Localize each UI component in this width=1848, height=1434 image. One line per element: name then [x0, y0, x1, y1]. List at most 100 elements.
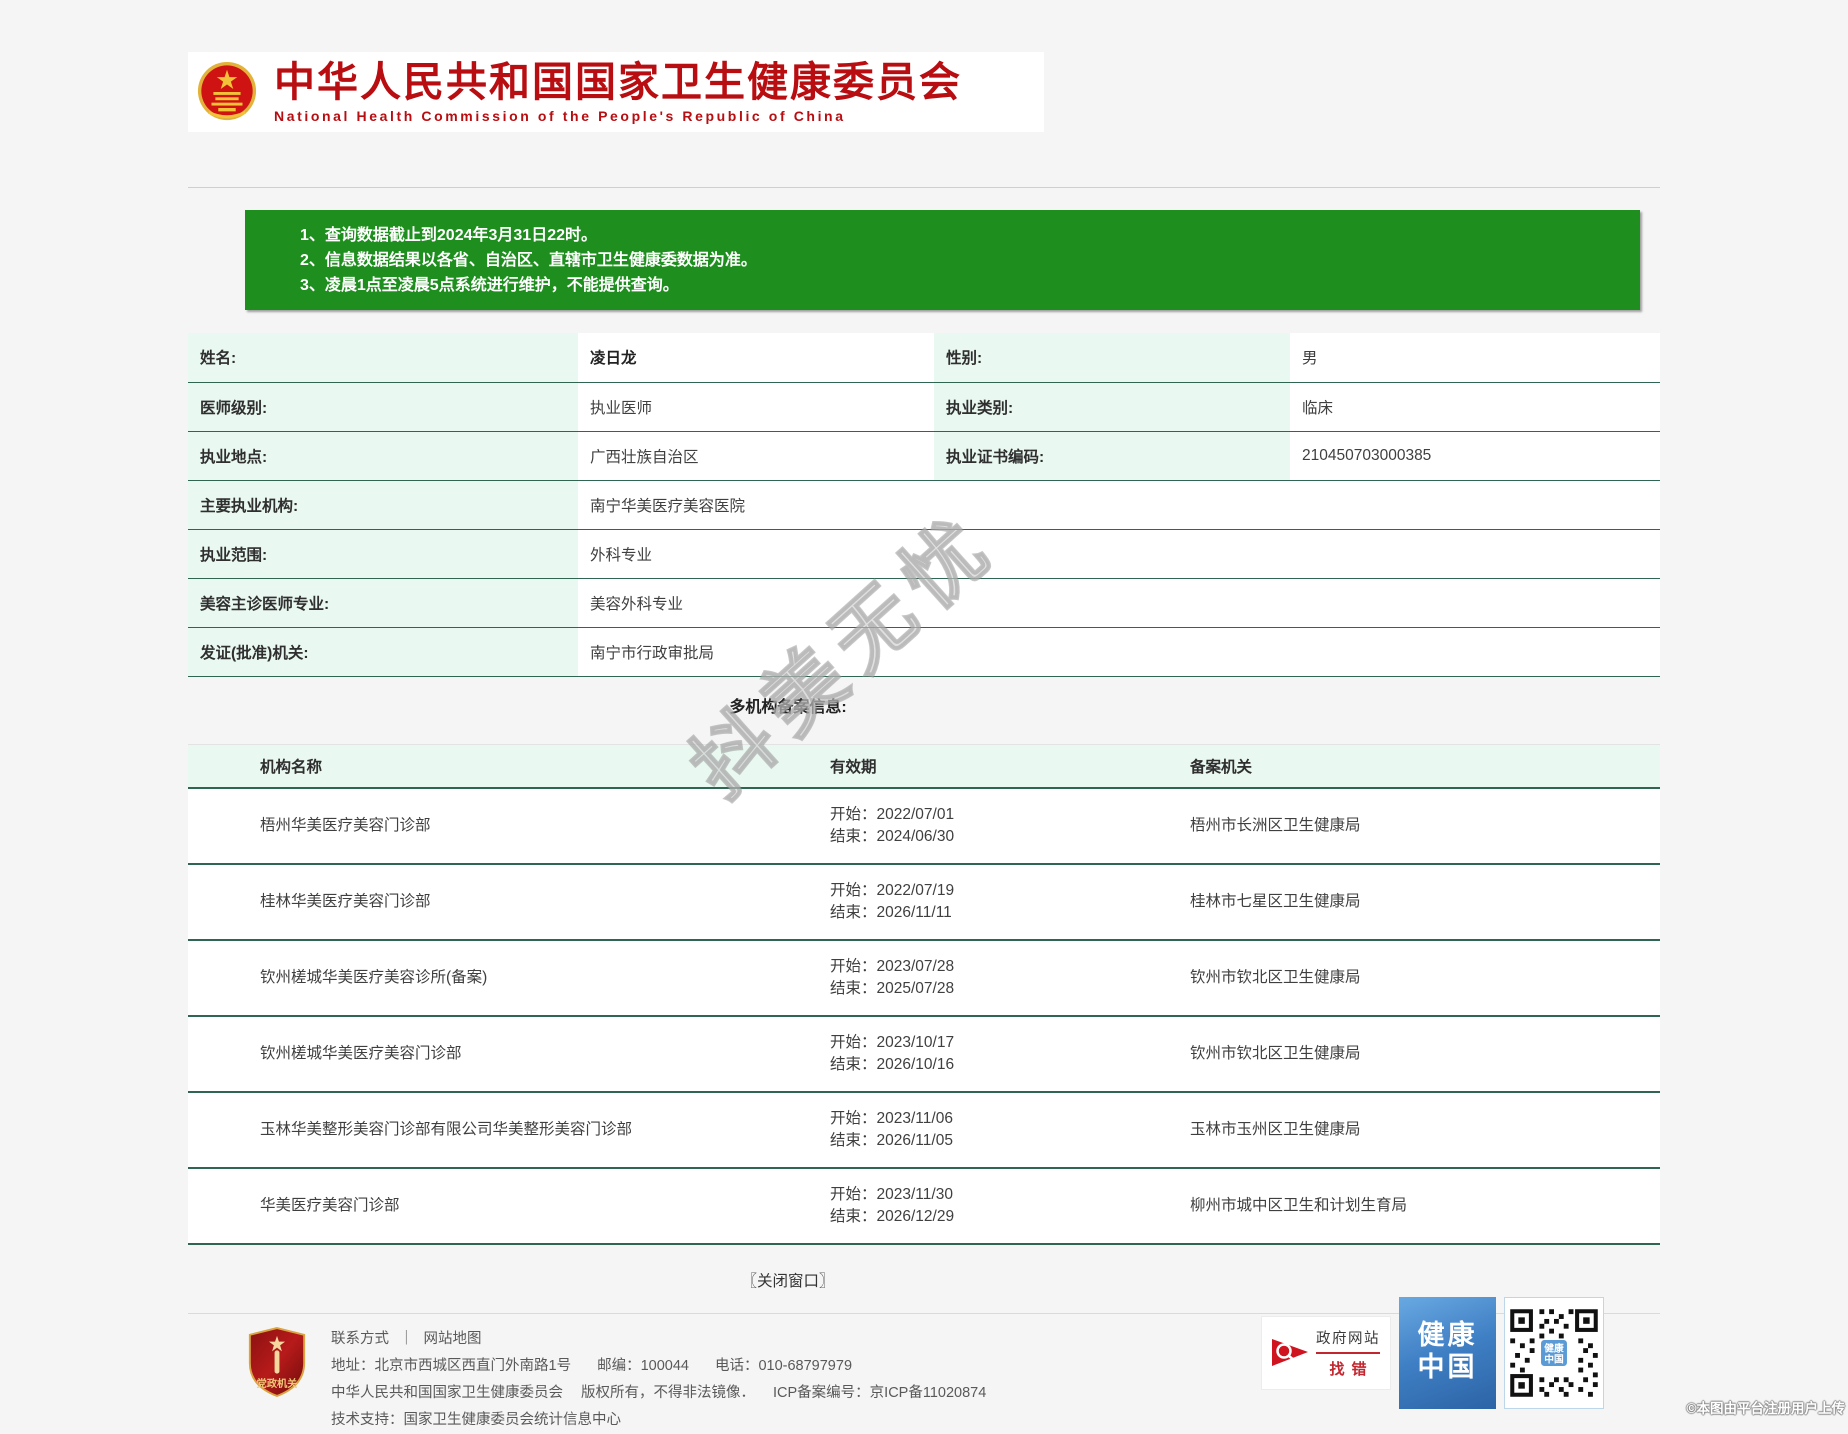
doctor-row: 姓名: 凌日龙 性别: 男 — [188, 333, 1660, 382]
practice-scope-value: 外科专业 — [578, 529, 1660, 578]
footer-zipcode: 邮编：100044 — [597, 1358, 689, 1374]
start-label: 开始： — [830, 1110, 877, 1127]
institution-name: 桂林华美医疗美容门诊部 — [188, 864, 830, 940]
institution-row: 钦州槎城华美医疗美容门诊部 开始：2023/10/17 结束：2026/10/1… — [188, 1016, 1660, 1092]
cosmetic-specialty-label: 美容主诊医师专业: — [188, 578, 578, 627]
institution-name: 钦州槎城华美医疗美容诊所(备案) — [188, 940, 830, 1016]
main-institution-value: 南宁华美医疗美容医院 — [578, 480, 1660, 529]
gov-site-find-error-badge[interactable]: 政府网站 找错 — [1261, 1316, 1391, 1390]
end-label: 结束： — [830, 1208, 877, 1225]
doctor-row: 主要执业机构: 南宁华美医疗美容医院 — [188, 480, 1660, 529]
start-date: 2022/07/19 — [877, 882, 955, 899]
end-label: 结束： — [830, 980, 877, 997]
health-china-line2: 中国 — [1399, 1351, 1496, 1383]
footer-address: 地址：北京市西城区西直门外南路1号 — [331, 1358, 571, 1374]
qr-logo-line1: 健康 — [1544, 1341, 1564, 1354]
start-label: 开始： — [830, 1186, 877, 1203]
doctor-row: 美容主诊医师专业: 美容外科专业 — [188, 578, 1660, 627]
institution-name: 钦州槎城华美医疗美容门诊部 — [188, 1016, 830, 1092]
notice-line: 1、查询数据截止到2024年3月31日22时。 — [300, 223, 1620, 248]
close-row: 〖关闭窗口〗 — [188, 1269, 1388, 1291]
start-label: 开始： — [830, 806, 877, 823]
footer-phone: 电话：010-68797979 — [715, 1358, 852, 1374]
close-window-link[interactable]: 〖关闭窗口〗 — [741, 1273, 834, 1290]
party-gov-badge-label: 党政机关 — [257, 1377, 299, 1390]
institution-row: 梧州华美医疗美容门诊部 开始：2022/07/01 结束：2024/06/30 … — [188, 788, 1660, 864]
validity-period: 开始：2022/07/01 结束：2024/06/30 — [830, 788, 1190, 864]
end-date: 2024/06/30 — [877, 828, 955, 845]
validity-period: 开始：2023/10/17 结束：2026/10/16 — [830, 1016, 1190, 1092]
main-institution-label: 主要执业机构: — [188, 480, 578, 529]
start-date: 2023/11/30 — [877, 1186, 953, 1203]
practice-place-value: 广西壮族自治区 — [578, 431, 934, 480]
doctor-row: 医师级别: 执业医师 执业类别: 临床 — [188, 382, 1660, 431]
filing-authority: 钦州市钦北区卫生健康局 — [1190, 940, 1660, 1016]
filing-authority: 钦州市钦北区卫生健康局 — [1190, 1016, 1660, 1092]
national-emblem-icon — [196, 59, 258, 125]
issuing-authority-label: 发证(批准)机关: — [188, 627, 578, 676]
health-china-banner[interactable]: 健康 中国 — [1399, 1297, 1496, 1409]
gender-label: 性别: — [934, 333, 1290, 382]
gov-site-label: 政府网站 — [1316, 1327, 1380, 1354]
footer-copyright: 版权所有，不得非法镜像． — [581, 1385, 755, 1401]
footer-icp: ICP备案编号：京ICP备11020874 — [773, 1385, 986, 1401]
doctor-level-label: 医师级别: — [188, 382, 578, 431]
notice-line: 3、凌晨1点至凌晨5点系统进行维护，不能提供查询。 — [300, 273, 1620, 298]
license-number-label: 执业证书编码: — [934, 431, 1290, 480]
doctor-info-table: 姓名: 凌日龙 性别: 男 医师级别: 执业医师 执业类别: 临床 执业地点: … — [188, 333, 1660, 677]
page: 中华人民共和国国家卫生健康委员会 National Health Commiss… — [0, 0, 1848, 1420]
start-date: 2023/07/28 — [877, 958, 955, 975]
filing-authority: 梧州市长洲区卫生健康局 — [1190, 788, 1660, 864]
filing-authority: 桂林市七星区卫生健康局 — [1190, 864, 1660, 940]
institutions-table: 机构名称 有效期 备案机关 梧州华美医疗美容门诊部 开始：2022/07/01 … — [188, 744, 1660, 1246]
main-content: 中华人民共和国国家卫生健康委员会 National Health Commiss… — [188, 0, 1660, 1434]
practice-place-label: 执业地点: — [188, 431, 578, 480]
institution-row: 华美医疗美容门诊部 开始：2023/11/30 结束：2026/12/29 柳州… — [188, 1168, 1660, 1244]
start-label: 开始： — [830, 958, 877, 975]
start-date: 2023/11/06 — [877, 1110, 953, 1127]
site-header: 中华人民共和国国家卫生健康委员会 National Health Commiss… — [188, 52, 1044, 132]
end-label: 结束： — [830, 1056, 877, 1073]
contact-link[interactable]: 联系方式 — [331, 1331, 389, 1347]
start-label: 开始： — [830, 882, 877, 899]
end-date: 2026/10/16 — [877, 1056, 955, 1073]
validity-period: 开始：2022/07/19 结束：2026/11/11 — [830, 864, 1190, 940]
institution-name: 玉林华美整形美容门诊部有限公司华美整形美容门诊部 — [188, 1092, 830, 1168]
health-china-qr-card: 健康 中国 — [1504, 1297, 1604, 1409]
practice-category-value: 临床 — [1290, 382, 1660, 431]
end-date: 2026/11/11 — [877, 904, 952, 921]
footer-copyright-line: 中华人民共和国国家卫生健康委员会 版权所有，不得非法镜像． ICP备案编号：京ICP… — [331, 1380, 986, 1407]
institutions-header-row: 机构名称 有效期 备案机关 — [188, 744, 1660, 788]
footer-org: 中华人民共和国国家卫生健康委员会 — [331, 1385, 563, 1401]
find-error-flag-icon — [1270, 1338, 1310, 1368]
filing-authority: 柳州市城中区卫生和计划生育局 — [1190, 1168, 1660, 1244]
col-header-authority: 备案机关 — [1190, 744, 1660, 788]
doctor-row: 执业范围: 外科专业 — [188, 529, 1660, 578]
sitemap-link[interactable]: 网站地图 — [424, 1331, 482, 1347]
footer-links-line: 联系方式｜网站地图 — [331, 1326, 986, 1353]
validity-period: 开始：2023/11/30 结束：2026/12/29 — [830, 1168, 1190, 1244]
footer-text: 联系方式｜网站地图 地址：北京市西城区西直门外南路1号 邮编：100044 电话：0… — [331, 1326, 986, 1434]
doctor-level-value: 执业医师 — [578, 382, 934, 431]
header-divider — [188, 187, 1660, 188]
find-error-text: 政府网站 找错 — [1316, 1327, 1380, 1379]
notice-box: 1、查询数据截止到2024年3月31日22时。 2、信息数据结果以各省、自治区、… — [245, 210, 1640, 310]
end-label: 结束： — [830, 1132, 877, 1149]
gender-value: 男 — [1290, 333, 1660, 382]
qr-logo-line2: 中国 — [1544, 1353, 1564, 1366]
start-date: 2023/10/17 — [877, 1034, 955, 1051]
party-gov-badge-icon[interactable]: 党政机关 — [245, 1326, 309, 1398]
footer-tech-support: 技术支持：国家卫生健康委员会统计信息中心 — [331, 1412, 621, 1428]
doctor-name-value: 凌日龙 — [578, 333, 934, 382]
institution-row: 钦州槎城华美医疗美容诊所(备案) 开始：2023/07/28 结束：2025/0… — [188, 940, 1660, 1016]
start-date: 2022/07/01 — [877, 806, 955, 823]
notice-line: 2、信息数据结果以各省、自治区、直辖市卫生健康委数据为准。 — [300, 248, 1620, 273]
institution-row: 玉林华美整形美容门诊部有限公司华美整形美容门诊部 开始：2023/11/06 结… — [188, 1092, 1660, 1168]
footer-support-line: 技术支持：国家卫生健康委员会统计信息中心 — [331, 1407, 986, 1434]
footer-address-line: 地址：北京市西城区西直门外南路1号 邮编：100044 电话：010-6879797… — [331, 1353, 986, 1380]
license-number-value: 210450703000385 — [1290, 431, 1660, 480]
name-label: 姓名: — [188, 333, 578, 382]
institution-name: 梧州华美医疗美容门诊部 — [188, 788, 830, 864]
find-error-label: 找错 — [1316, 1358, 1380, 1379]
filing-authority: 玉林市玉州区卫生健康局 — [1190, 1092, 1660, 1168]
